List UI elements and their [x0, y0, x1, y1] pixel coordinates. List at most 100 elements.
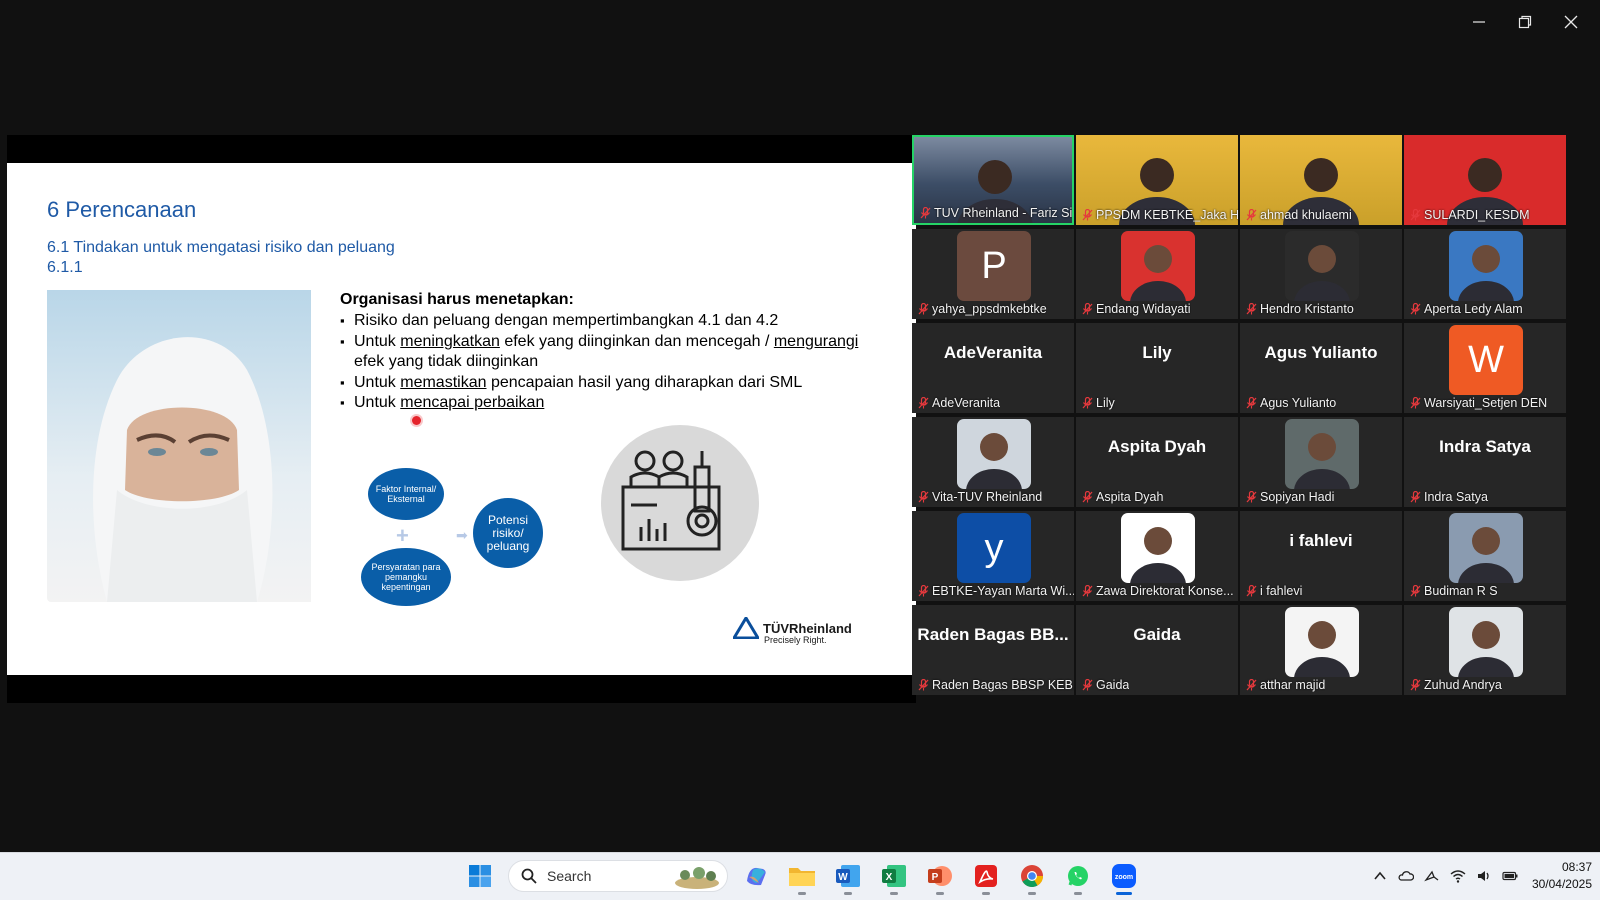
participant-display-name: Agus Yulianto	[1264, 343, 1378, 362]
search-icon	[521, 868, 537, 884]
close-button[interactable]	[1548, 8, 1594, 36]
slide-bullet-list: Risiko dan peluang dengan mempertimbangk…	[340, 311, 860, 414]
close-icon	[1564, 15, 1578, 29]
participant-tile[interactable]: Sopiyan Hadi	[1240, 417, 1402, 507]
participant-tile[interactable]: Hendro Kristanto	[1240, 229, 1402, 319]
participant-tile[interactable]: ahmad khulaemi	[1240, 135, 1402, 225]
mic-muted-icon	[918, 397, 929, 409]
participant-tile[interactable]: Agus Yulianto Agus Yulianto	[1240, 323, 1402, 413]
diagram-box-requirements: Persyaratan para pemangku kepentingan	[361, 548, 451, 606]
window-controls	[1456, 8, 1594, 36]
taskbar-whatsapp[interactable]	[1060, 857, 1096, 895]
participant-gallery: TUV Rheinland - Fariz Sih... PPSDM KEBTKE…	[912, 135, 1568, 695]
participant-display-name: Aspita Dyah	[1107, 437, 1207, 456]
mic-muted-icon	[1082, 491, 1093, 503]
system-tray: 08:37 30/04/2025	[1372, 859, 1592, 893]
participant-photo	[1121, 231, 1195, 301]
participant-tile[interactable]: TUV Rheinland - Fariz Sih...	[912, 135, 1074, 225]
svg-text:W: W	[838, 872, 848, 883]
participant-tile[interactable]: Pyahya_ppsdmkebtke	[912, 229, 1074, 319]
participant-tile[interactable]: W Warsiyati_Setjen DEN	[1404, 323, 1566, 413]
zoom-meeting-window: 6 Perencanaan 6.1 Tindakan untuk mengata…	[0, 0, 1600, 900]
mic-muted-icon	[1082, 397, 1093, 409]
search-highlight-icon	[675, 867, 719, 889]
wifi-icon[interactable]	[1450, 868, 1466, 884]
location-icon[interactable]	[1424, 868, 1440, 884]
slide-subtitle-line1: 6.1 Tindakan untuk mengatasi risiko dan …	[47, 239, 395, 256]
participant-tile[interactable]: Aspita Dyah Aspita Dyah	[1076, 417, 1238, 507]
participant-photo	[1449, 231, 1523, 301]
mic-muted-icon	[1246, 491, 1257, 503]
tuv-logo-tagline: Precisely Right.	[764, 635, 827, 645]
participant-avatar: P	[957, 231, 1031, 301]
taskbar-powerpoint[interactable]: P	[922, 857, 958, 895]
participant-photo	[1449, 513, 1523, 583]
participant-display-name: Indra Satya	[1439, 437, 1531, 456]
mic-muted-icon	[918, 679, 929, 691]
participant-avatar: y	[957, 513, 1031, 583]
taskbar-file-explorer[interactable]	[784, 857, 820, 895]
taskbar-chrome[interactable]	[1014, 857, 1050, 895]
onedrive-cloud-icon[interactable]	[1398, 868, 1414, 884]
bullet-item: Untuk memastikan pencapaian hasil yang d…	[340, 373, 860, 394]
slide-subtitle-line2: 6.1.1	[47, 259, 83, 276]
participant-tile[interactable]: SULARDI_KESDM	[1404, 135, 1566, 225]
participant-tile[interactable]: Vita-TUV Rheinland	[912, 417, 1074, 507]
participant-photo	[1285, 419, 1359, 489]
svg-text:zoom: zoom	[1115, 874, 1133, 881]
participant-name-label: yahya_ppsdmkebtke	[918, 302, 1047, 316]
participant-tile[interactable]: Zawa Direktorat Konse...	[1076, 511, 1238, 601]
participant-photo	[1121, 513, 1195, 583]
participant-tile[interactable]: Gaida Gaida	[1076, 605, 1238, 695]
participant-name-label: i fahlevi	[1246, 584, 1302, 598]
participant-name-label: Endang Widayati	[1082, 302, 1191, 316]
taskbar-acrobat[interactable]	[968, 857, 1004, 895]
minimize-button[interactable]	[1456, 8, 1502, 36]
taskbar-search[interactable]: Search	[508, 860, 728, 892]
participant-tile[interactable]: Zuhud Andrya	[1404, 605, 1566, 695]
participant-name-label: AdeVeranita	[918, 396, 1000, 410]
participant-name-label: Indra Satya	[1410, 490, 1488, 504]
participant-name-label: Agus Yulianto	[1246, 396, 1336, 410]
participant-display-name: Raden Bagas BB...	[917, 625, 1069, 644]
taskbar-excel[interactable]: X	[876, 857, 912, 895]
participant-tile[interactable]: Indra Satya Indra Satya	[1404, 417, 1566, 507]
volume-icon[interactable]	[1476, 868, 1492, 884]
chevron-up-icon[interactable]	[1372, 868, 1388, 884]
taskbar-word[interactable]: W	[830, 857, 866, 895]
mic-muted-icon	[1082, 679, 1093, 691]
tuv-logo-name: TÜVRheinland	[763, 620, 852, 636]
participant-name-label: Zuhud Andrya	[1410, 678, 1502, 692]
participant-tile[interactable]: Lily Lily	[1076, 323, 1238, 413]
participant-tile[interactable]: i fahlevi i fahlevi	[1240, 511, 1402, 601]
slide-subtitle: 6.1 Tindakan untuk mengatasi risiko dan …	[47, 238, 395, 278]
mic-muted-icon	[1246, 679, 1257, 691]
participant-tile[interactable]: PPSDM KEBTKE_Jaka H...	[1076, 135, 1238, 225]
participant-tile[interactable]: Raden Bagas BB... Raden Bagas BBSP KEB...	[912, 605, 1074, 695]
shared-screen: 6 Perencanaan 6.1 Tindakan untuk mengata…	[7, 135, 916, 703]
zoom-icon: zoom	[1112, 864, 1136, 888]
svg-text:X: X	[886, 872, 893, 883]
participant-display-name: Lily	[1142, 343, 1172, 362]
mic-muted-icon	[1410, 679, 1421, 691]
participant-display-name: AdeVeranita	[943, 343, 1043, 362]
participant-tile[interactable]: Endang Widayati	[1076, 229, 1238, 319]
participant-tile[interactable]: AdeVeranita AdeVeranita	[912, 323, 1074, 413]
battery-icon[interactable]	[1502, 868, 1518, 884]
participant-tile[interactable]: Aperta Ledy Alam	[1404, 229, 1566, 319]
participant-display-name: Gaida	[1133, 625, 1181, 644]
taskbar-apps: Search W X P zoom	[462, 857, 1142, 895]
powerpoint-icon: P	[928, 866, 952, 886]
taskbar-copilot[interactable]	[738, 857, 774, 895]
restore-button[interactable]	[1502, 8, 1548, 36]
taskbar-zoom[interactable]: zoom	[1106, 857, 1142, 895]
participant-tile[interactable]: Budiman R S	[1404, 511, 1566, 601]
mic-muted-icon	[1082, 303, 1093, 315]
taskbar-clock[interactable]: 08:37 30/04/2025	[1532, 859, 1592, 893]
participant-tile[interactable]: y EBTKE-Yayan Marta Wi...	[912, 511, 1074, 601]
participant-name-label: SULARDI_KESDM	[1410, 208, 1530, 222]
slide-title: 6 Perencanaan	[47, 197, 197, 222]
participant-tile[interactable]: atthar majid	[1240, 605, 1402, 695]
start-button[interactable]	[462, 857, 498, 895]
file-explorer-icon	[789, 868, 815, 886]
